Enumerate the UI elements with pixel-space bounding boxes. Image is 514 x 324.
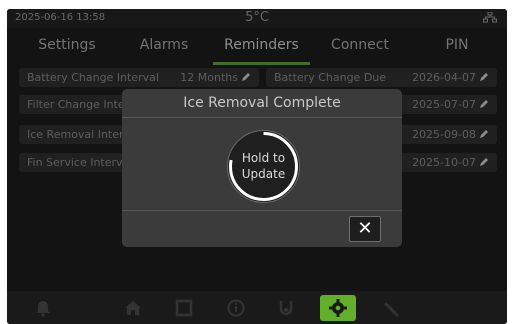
ice-removal-modal: Ice Removal Complete Hold to Update ✕ [122,89,402,247]
home-icon[interactable] [122,297,144,319]
close-button[interactable]: ✕ [349,216,381,242]
modal-footer-divider [122,210,402,211]
modal-title: Ice Removal Complete [183,95,341,111]
device-screen: 2025-06-16 13:58 5°C Settings Alarms Rem… [7,9,507,324]
modal-divider [122,117,402,118]
info-icon[interactable] [225,297,247,319]
hold-to-update-button[interactable]: Hold to Update [224,127,303,206]
thermometer-icon[interactable] [275,297,297,319]
bottom-nav [7,291,507,324]
wrench-icon[interactable] [381,297,403,319]
gear-icon[interactable] [320,295,356,321]
hold-label-line2: Update [241,167,286,181]
close-icon: ✕ [357,218,373,239]
bell-icon[interactable] [32,297,54,319]
square-icon[interactable] [173,297,195,319]
hold-label-line1: Hold to [241,151,286,165]
